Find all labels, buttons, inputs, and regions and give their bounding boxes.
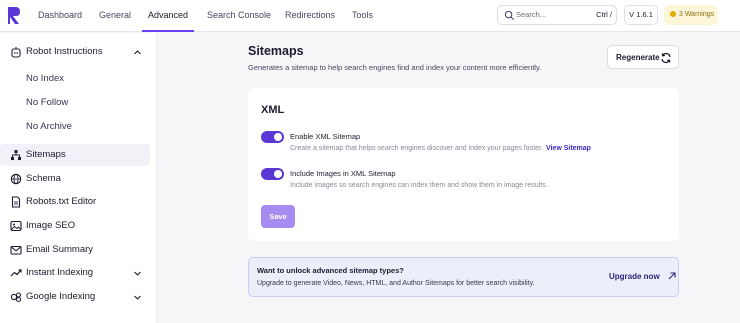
globe-icon bbox=[10, 173, 22, 185]
tab-tools[interactable]: Tools bbox=[352, 0, 373, 32]
upgrade-now-link[interactable]: Upgrade now bbox=[609, 272, 676, 281]
upgrade-title: Want to unlock advanced sitemap types? bbox=[257, 266, 404, 275]
sidebar-item-label: Schema bbox=[26, 173, 61, 184]
toggle-knob bbox=[274, 170, 282, 178]
sidebar-item-label: Robot Instructions bbox=[26, 46, 103, 57]
chevron-down-icon[interactable] bbox=[133, 269, 142, 278]
sidebar-item-schema[interactable]: Schema bbox=[0, 168, 150, 190]
sidebar-item-no-follow[interactable]: No Follow bbox=[0, 92, 150, 114]
search-input[interactable]: Search... Ctrl / bbox=[497, 5, 617, 25]
sidebar: Robot Instructions No Index No Follow No… bbox=[0, 33, 157, 323]
robot-icon bbox=[11, 47, 21, 58]
chevron-down-icon[interactable] bbox=[133, 293, 142, 302]
tab-search-console[interactable]: Search Console bbox=[207, 0, 271, 32]
upgrade-banner: Want to unlock advanced sitemap types? U… bbox=[248, 257, 679, 297]
upgrade-text: Upgrade to generate Video, News, HTML, a… bbox=[257, 280, 535, 287]
xml-sitemap-card: XML Enable XML Sitemap Create a sitemap … bbox=[248, 88, 679, 241]
regenerate-label: Regenerate bbox=[616, 53, 660, 62]
sidebar-item-label: No Archive bbox=[26, 121, 72, 132]
mail-icon bbox=[10, 245, 22, 255]
sidebar-item-instant-indexing[interactable]: Instant Indexing bbox=[0, 262, 150, 284]
enable-xml-sitemap-toggle[interactable] bbox=[261, 131, 284, 143]
regenerate-button[interactable]: Regenerate bbox=[607, 45, 679, 69]
sidebar-item-no-index[interactable]: No Index bbox=[0, 68, 150, 90]
search-icon bbox=[504, 10, 515, 21]
logo-icon[interactable] bbox=[6, 6, 22, 25]
sidebar-item-label: No Follow bbox=[26, 97, 69, 108]
chevron-up-icon[interactable] bbox=[133, 48, 142, 57]
card-title: XML bbox=[261, 104, 285, 116]
tab-redirections[interactable]: Redirections bbox=[285, 0, 335, 32]
sidebar-item-label: Instant Indexing bbox=[26, 267, 94, 278]
page-title: Sitemaps bbox=[248, 44, 304, 58]
sidebar-item-email-summary[interactable]: Email Summary bbox=[0, 239, 150, 261]
include-images-label: Include Images in XML Sitemap bbox=[290, 169, 396, 178]
tab-dashboard[interactable]: Dashboard bbox=[38, 0, 82, 32]
include-images-description: Include images so search engines can ind… bbox=[290, 182, 548, 189]
sidebar-item-label: Google Indexing bbox=[26, 291, 96, 302]
sidebar-item-label: Robots.txt Editor bbox=[26, 196, 97, 207]
sidebar-item-google-indexing[interactable]: Google Indexing bbox=[0, 286, 150, 308]
sidebar-item-robots-txt-editor[interactable]: Robots.txt Editor bbox=[0, 191, 150, 213]
warnings-badge[interactable]: 3 Warnings bbox=[664, 5, 718, 25]
file-icon bbox=[11, 196, 21, 208]
sidebar-item-label: Image SEO bbox=[26, 220, 76, 231]
tab-general[interactable]: General bbox=[99, 0, 131, 32]
enable-xml-sitemap-description: Create a sitemap that helps search engin… bbox=[290, 145, 591, 152]
save-button[interactable]: Save bbox=[261, 205, 295, 228]
trend-icon bbox=[10, 269, 22, 277]
sitemap-icon bbox=[11, 150, 21, 160]
sidebar-item-label: Sitemaps bbox=[26, 149, 66, 160]
image-icon bbox=[10, 220, 22, 232]
description-text: Create a sitemap that helps search engin… bbox=[290, 145, 543, 152]
sidebar-item-robot-instructions[interactable]: Robot Instructions bbox=[0, 41, 150, 63]
sidebar-item-no-archive[interactable]: No Archive bbox=[0, 116, 150, 138]
refresh-icon bbox=[661, 53, 671, 63]
warnings-label: 3 Warnings bbox=[679, 11, 715, 18]
search-placeholder: Search... bbox=[516, 10, 547, 19]
version-badge: V 1.6.1 bbox=[624, 5, 658, 25]
sidebar-item-sitemaps[interactable]: Sitemaps bbox=[0, 144, 150, 166]
enable-xml-sitemap-label: Enable XML Sitemap bbox=[290, 132, 361, 141]
include-images-toggle[interactable] bbox=[261, 168, 284, 180]
sidebar-item-label: Email Summary bbox=[26, 244, 94, 255]
view-sitemap-link[interactable]: View Sitemap bbox=[546, 145, 591, 152]
google-icon bbox=[10, 292, 22, 303]
sidebar-item-image-seo[interactable]: Image SEO bbox=[0, 215, 150, 237]
warning-dot-icon bbox=[670, 11, 676, 17]
sidebar-item-label: No Index bbox=[26, 73, 65, 84]
tab-advanced[interactable]: Advanced bbox=[142, 0, 195, 32]
toggle-knob bbox=[274, 133, 282, 141]
top-bar: Dashboard General Advanced Search Consol… bbox=[0, 0, 740, 32]
arrow-up-right-icon bbox=[668, 272, 676, 280]
page-subtitle: Generates a sitemap to help search engin… bbox=[248, 63, 542, 72]
upgrade-now-label: Upgrade now bbox=[609, 272, 660, 281]
search-shortcut: Ctrl / bbox=[596, 10, 612, 19]
